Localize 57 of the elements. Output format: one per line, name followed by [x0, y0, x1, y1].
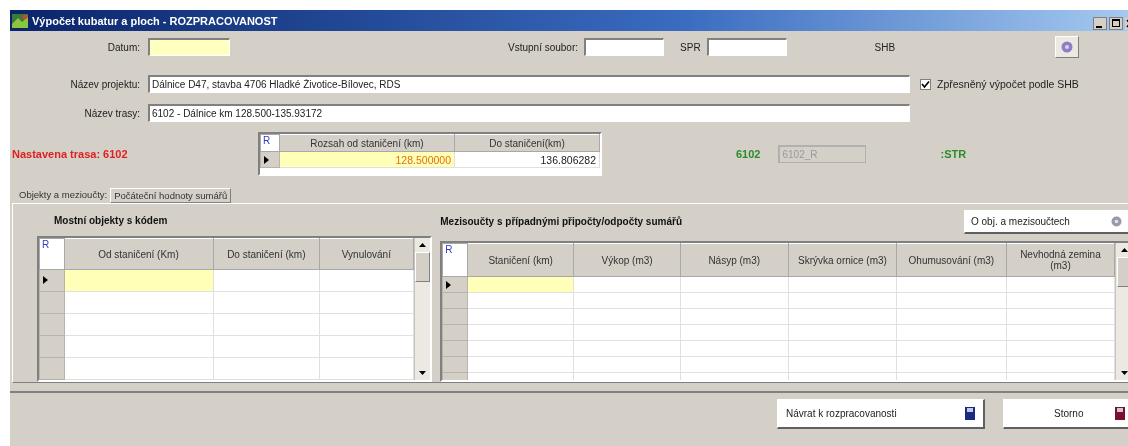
tab[interactable]: Počáteční hodnoty sumářů — [110, 188, 232, 203]
project-name-field[interactable]: Dálnice D47, stavba 4706 Hladké Životice-Bílovec, RDS — [148, 75, 910, 93]
str-label: :STR — [940, 148, 967, 160]
return-button[interactable]: Návrat k rozpracovanosti — [777, 399, 985, 429]
disc-icon — [1111, 215, 1122, 227]
field-label: Vstupní soubor: — [508, 41, 579, 53]
column-header: Skrývka ornice (m3) — [788, 243, 897, 277]
corner-cell: R — [442, 243, 468, 277]
up-arrow-icon — [418, 243, 426, 248]
column-header: Výkop (m3) — [574, 243, 681, 277]
column-header: Ohumusování (m3) — [896, 243, 1007, 277]
current-row-icon — [264, 155, 269, 164]
settings-button[interactable] — [1055, 36, 1080, 58]
field-label: SHB — [874, 41, 896, 53]
current-row-icon — [43, 276, 48, 285]
row-header[interactable] — [39, 269, 64, 292]
column-header: Do staničení(km) — [454, 134, 600, 152]
corner-cell: R — [260, 134, 280, 152]
minimize-icon — [1093, 17, 1107, 30]
scroll-thumb[interactable] — [1116, 257, 1128, 288]
column-header: Vynulování — [319, 238, 414, 270]
route-status: Nastavena trasa: 6102 — [11, 148, 129, 160]
maximize-icon — [1109, 17, 1123, 30]
info-button[interactable]: O obj. a mezisoučtech — [964, 209, 1128, 234]
spr-field[interactable] — [706, 38, 787, 56]
down-arrow-icon — [1120, 371, 1128, 375]
field-label: Název projektu: — [69, 78, 140, 90]
cancel-button[interactable]: Storno — [1003, 399, 1128, 429]
column-header: Od staničení (Km) — [64, 238, 213, 270]
table-cell: 136.806282 — [454, 151, 600, 168]
field-label: Datum: — [106, 41, 140, 53]
input-file-field[interactable] — [584, 38, 665, 56]
disc-icon — [1061, 41, 1074, 53]
route-name-field[interactable]: 6102 - Dálnice km 128.500-135.93172 — [148, 104, 910, 122]
route-code: 6102 — [736, 148, 761, 160]
section-title: Mostní objekty s kódem — [54, 215, 169, 228]
down-arrow-icon — [418, 371, 426, 375]
section-title: Mezisoučty s případnými připočty/odpočty sumářů — [440, 216, 682, 228]
floppy-icon — [965, 407, 975, 420]
app-icon — [12, 13, 28, 28]
field-label: SPR — [680, 41, 701, 53]
scroll-thumb[interactable] — [414, 252, 430, 283]
field-label: Název trasy: — [83, 107, 140, 119]
corner-cell: R — [39, 238, 64, 270]
scroll-bar[interactable] — [1115, 243, 1128, 380]
up-arrow-icon — [1120, 248, 1128, 253]
window-title: Výpočet kubatur a ploch - ROZPRACOVANOST — [32, 14, 278, 27]
column-header: Staničení (km) — [467, 243, 574, 277]
current-row-icon — [446, 280, 452, 289]
floppy-icon — [1115, 407, 1125, 420]
date-field[interactable] — [148, 38, 230, 56]
column-header: Násyp (m3) — [680, 243, 789, 277]
refine-checkbox[interactable]: Zpřesněný výpočet podle SHB — [920, 78, 1079, 90]
column-header: Nevhodná zemina (m3) — [1006, 243, 1115, 277]
check-icon — [921, 79, 930, 89]
column-header: Do staničení (km) — [213, 238, 320, 270]
column-header: Rozsah od staničení (km) — [279, 134, 455, 152]
